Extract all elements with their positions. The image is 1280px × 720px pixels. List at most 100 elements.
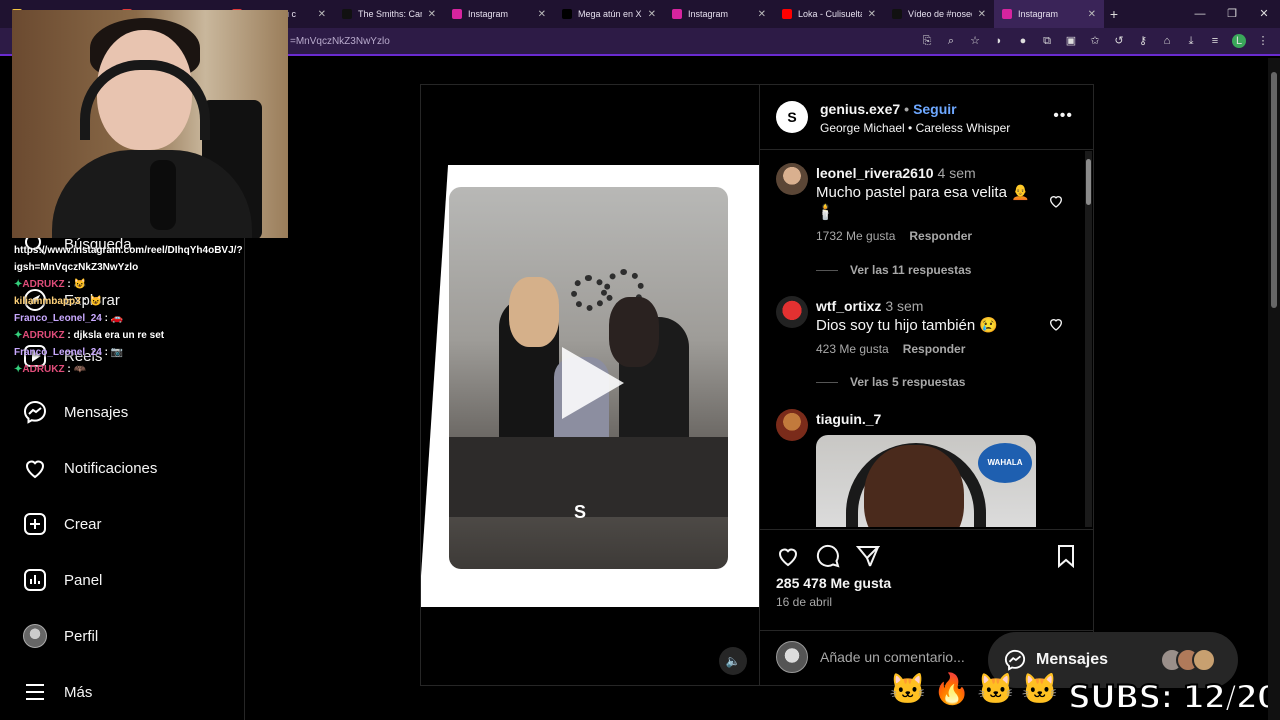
like-count[interactable]: 285 478 Me gusta: [776, 575, 891, 591]
audio-track[interactable]: George Michael • Careless Whisper: [820, 121, 1010, 135]
more-options-icon[interactable]: •••: [1053, 107, 1073, 125]
cat-emote: 🐱: [1021, 673, 1059, 706]
restore-icon[interactable]: ❐: [1216, 0, 1248, 28]
browser-tab[interactable]: Vídeo de #noseq ✕: [884, 0, 994, 28]
extension-icon[interactable]: ●: [1016, 34, 1030, 48]
page-scrollbar[interactable]: [1268, 58, 1280, 720]
sidebar-item-label: Mensajes: [64, 403, 129, 421]
comment-likes[interactable]: 423 Me gusta: [816, 342, 889, 356]
comment-icon[interactable]: [816, 544, 840, 568]
tab-close-icon[interactable]: ✕: [538, 9, 546, 20]
comments-scrollbar[interactable]: [1085, 151, 1092, 527]
sidebar-item-label: Perfil: [64, 627, 99, 645]
gif-badge: WAHALA: [978, 443, 1032, 483]
reply-button[interactable]: Responder: [903, 342, 966, 356]
commenter-avatar[interactable]: [776, 163, 808, 195]
tab-close-icon[interactable]: ✕: [978, 9, 986, 20]
sidebar-item-notificaciones[interactable]: Notificaciones: [22, 454, 157, 482]
view-replies-button[interactable]: Ver las 5 respuestas: [816, 375, 965, 389]
browser-tab[interactable]: Instagram ✕: [994, 0, 1104, 28]
tab-close-icon[interactable]: ✕: [868, 9, 876, 20]
comment-username[interactable]: leonel_rivera2610: [816, 165, 934, 181]
tab-favicon-icon: [1002, 9, 1012, 19]
tab-favicon-icon: [672, 9, 682, 19]
sidebar-item-mensajes[interactable]: Mensajes: [22, 398, 128, 426]
like-comment-icon[interactable]: [1048, 316, 1064, 332]
browser-tab[interactable]: Mega atún en X: ✕: [554, 0, 664, 28]
url-text[interactable]: =MnVqczNkZ3NwYzlo: [290, 36, 390, 47]
comment-gif[interactable]: WAHALA: [816, 435, 1036, 527]
like-comment-icon[interactable]: [1048, 193, 1064, 209]
download-icon[interactable]: ⤓: [1184, 34, 1198, 48]
profile-avatar[interactable]: L: [1232, 34, 1246, 48]
author-username[interactable]: genius.exe7: [820, 101, 900, 117]
split-screen-icon[interactable]: ▣: [1064, 34, 1078, 48]
key-icon[interactable]: ⚷: [1136, 34, 1150, 48]
zoom-icon[interactable]: ⌕: [944, 34, 958, 48]
reply-button[interactable]: Responder: [909, 229, 972, 243]
tab-title: Instagram: [468, 9, 509, 19]
favorites-icon[interactable]: ✩: [1088, 34, 1102, 48]
commenter-avatar[interactable]: [776, 409, 808, 441]
sidebar-item-mas[interactable]: Más: [22, 678, 92, 706]
tab-close-icon[interactable]: ✕: [428, 9, 436, 20]
author-avatar[interactable]: S: [776, 101, 808, 133]
commenter-avatar[interactable]: [776, 296, 808, 328]
sidebar-item-label: Panel: [64, 571, 103, 589]
tab-title: Mega atún en X:: [578, 9, 642, 19]
comment-time: 4 sem: [937, 165, 976, 181]
speaker-icon[interactable]: 🔈: [719, 647, 747, 675]
chat-message: Franco_Leonel_24 : 📷: [14, 347, 124, 358]
new-tab-button[interactable]: +: [1104, 6, 1124, 22]
sidebar-item-perfil[interactable]: Perfil: [22, 622, 98, 650]
chat-message: ✦ADRUKZ : 😺: [14, 279, 86, 290]
avatar: [23, 624, 47, 648]
browser-tab[interactable]: Instagram ✕: [444, 0, 554, 28]
tab-close-icon[interactable]: ✕: [648, 9, 656, 20]
minimize-icon[interactable]: —: [1184, 0, 1216, 28]
browser-tab[interactable]: Loka - Culisueltas ✕: [774, 0, 884, 28]
read-aloud-icon[interactable]: ◗: [992, 34, 1006, 48]
messenger-icon: [1004, 649, 1026, 671]
browser-menu-icon[interactable]: ⋮: [1256, 34, 1270, 48]
history-icon[interactable]: ↺: [1112, 34, 1126, 48]
browser-tab[interactable]: The Smiths: Canc ✕: [334, 0, 444, 28]
comment-username[interactable]: wtf_ortixz: [816, 298, 881, 314]
tab-close-icon[interactable]: ✕: [1088, 9, 1096, 20]
post-date: 16 de abril: [776, 595, 833, 609]
chat-link-cont: igsh=MnVqczNkZ3NwYzlo: [14, 262, 139, 273]
tab-title: Instagram: [688, 9, 729, 19]
avatar: [776, 641, 808, 673]
collections-icon[interactable]: ⌂: [1160, 34, 1174, 48]
install-icon[interactable]: ⎘: [920, 34, 934, 48]
tab-close-icon[interactable]: ✕: [318, 9, 326, 20]
share-icon[interactable]: [856, 544, 880, 568]
post-media[interactable]: S 🔈: [421, 85, 759, 685]
puzzle-icon[interactable]: ⧉: [1040, 34, 1054, 48]
separator: •: [904, 101, 910, 117]
toolbar-icons: ⎘ ⌕ ☆ ◗ ● ⧉ ▣ ✩ ↺ ⚷ ⌂ ⤓ ≡ L ⋮: [920, 34, 1270, 48]
comment-username[interactable]: tiaguin._7: [816, 411, 881, 427]
browser-tab[interactable]: Instagram ✕: [664, 0, 774, 28]
sidebar-item-crear[interactable]: Crear: [22, 510, 102, 538]
comment-likes[interactable]: 1732 Me gusta: [816, 229, 895, 243]
follow-button[interactable]: Seguir: [913, 101, 957, 117]
view-replies-button[interactable]: Ver las 11 respuestas: [816, 263, 971, 277]
tab-favicon-icon: [562, 9, 572, 19]
post-header: S genius.exe7 • Seguir George Michael • Ca…: [760, 85, 1093, 150]
tab-title: The Smiths: Canc: [358, 9, 422, 19]
close-icon[interactable]: ✕: [1248, 0, 1280, 28]
bookmark-icon[interactable]: [1054, 544, 1078, 568]
video-player[interactable]: S: [449, 187, 728, 569]
comment-text: Mucho pastel para esa velita 🧑‍🦲🕯️: [816, 184, 1030, 221]
tab-close-icon[interactable]: ✕: [758, 9, 766, 20]
chat-message: ✦ADRUKZ : djksla era un re set: [14, 330, 165, 341]
like-icon[interactable]: [776, 544, 800, 568]
comment-input[interactable]: Añade un comentario...: [820, 649, 965, 665]
bookmarks-bar-icon[interactable]: ≡: [1208, 34, 1222, 48]
play-icon[interactable]: [562, 347, 624, 419]
comments-list: leonel_rivera2610 4 sem Mucho pastel para…: [760, 151, 1094, 527]
sidebar-item-panel[interactable]: Panel: [22, 566, 102, 594]
star-icon[interactable]: ☆: [968, 34, 982, 48]
post-panel: S genius.exe7 • Seguir George Michael • Ca…: [759, 85, 1094, 685]
